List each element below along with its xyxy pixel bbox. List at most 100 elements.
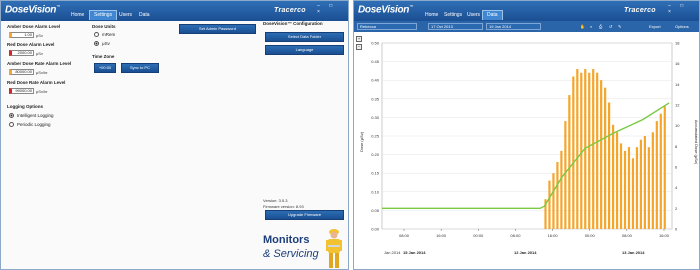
app-logo: DoseVision™ — [358, 4, 413, 16]
mrem-label: mRem — [102, 32, 116, 37]
y-tick-label: 0.30 — [371, 115, 380, 120]
y2-tick-label: 14 — [675, 82, 680, 87]
monitors-banner-line2: & Servicing — [263, 248, 319, 260]
date-label-1: 15 Jan 2014 — [403, 250, 426, 255]
red-rate-unit: μSv/hr — [36, 89, 48, 94]
dose-bar — [631, 158, 635, 229]
dose-bar — [623, 150, 627, 229]
tab-data[interactable]: Data — [135, 10, 154, 20]
chart-area: + − 0.00 0.05 0.10 0.15 0.20 0.25 0.30 0.35 0.40… — [354, 32, 699, 269]
y-axis-label: Dose (μSv) — [359, 131, 364, 152]
window-controls[interactable]: – □ × — [317, 3, 348, 15]
start-date-field[interactable]: 17 Oct 2013 — [428, 23, 483, 30]
periodic-logging-radio[interactable] — [9, 122, 14, 127]
configuration-title: DoseVision™ Configuration — [263, 21, 323, 26]
x-tick-label: 16:00 — [659, 233, 670, 238]
red-alarm-input[interactable]: 2000.00 — [9, 50, 34, 56]
periodic-logging-label: Periodic Logging — [17, 122, 51, 127]
dose-bar — [627, 147, 631, 229]
dose-bar — [635, 147, 639, 229]
amber-rate-unit: μSv/hr — [36, 70, 48, 75]
usv-radio[interactable] — [94, 41, 99, 46]
y-tick-label: 0.00 — [371, 227, 380, 232]
settings-panel: Amber Dose Alarm Level 1.00 μSv Red Dose… — [1, 21, 348, 269]
amber-rate-label: Amber Dose Rate Alarm Level — [7, 61, 72, 66]
x-tick-label: 16:00 — [548, 233, 559, 238]
monitors-banner-line1: Monitors — [263, 234, 310, 246]
dose-bar — [596, 72, 599, 229]
dose-bar — [564, 121, 567, 229]
version-text: Version: 3.5.3 — [263, 198, 288, 203]
dose-bar — [647, 147, 650, 229]
dose-bar — [552, 173, 555, 229]
y-tick-label: 0.50 — [371, 41, 380, 46]
y2-tick-label: 0 — [675, 227, 678, 232]
y2-tick-label: 18 — [675, 41, 680, 46]
print-icon[interactable]: ⎙ — [599, 23, 602, 30]
sync-to-pc-button[interactable]: Sync to PC — [121, 63, 159, 73]
end-date-field[interactable]: 19 Jan 2014 — [486, 23, 541, 30]
dose-bar — [608, 102, 611, 229]
y2-tick-label: 4 — [675, 185, 678, 190]
time-zone-button[interactable]: +00:00 — [94, 63, 116, 73]
tab-home[interactable]: Home — [67, 10, 88, 20]
red-rate-label: Red Dose Rate Alarm Level — [7, 80, 66, 85]
y-tick-label: 0.40 — [371, 78, 380, 83]
amber-alarm-label: Amber Dose Alarm Level — [7, 24, 61, 29]
intelligent-logging-radio[interactable] — [9, 113, 14, 118]
date-label-2: 12 Jan 2014 — [514, 250, 537, 255]
tab-users[interactable]: Users — [115, 10, 136, 20]
person-select[interactable]: Rebecca — [357, 23, 417, 30]
logging-options-title: Logging Options — [7, 104, 43, 109]
data-toolbar: Rebecca 17 Oct 2013 19 Jan 2014 ✋ ⌕ ⎙ ↺ … — [354, 21, 699, 32]
x-tick-label: 08:00 — [622, 233, 633, 238]
dose-bar — [611, 124, 615, 229]
intelligent-logging-label: Intelligent Logging — [17, 113, 54, 118]
red-alarm-label: Red Dose Alarm Level — [7, 42, 55, 47]
options-button[interactable]: Options — [675, 23, 689, 30]
worker-icon — [326, 229, 342, 268]
dose-chart: 0.00 0.05 0.10 0.15 0.20 0.25 0.30 0.35 0.40 0.45… — [359, 41, 699, 256]
x-tick-label: 00:00 — [585, 233, 596, 238]
firmware-text: Firmware version: 8.93 — [263, 204, 304, 209]
time-zone-title: Time Zone — [92, 54, 115, 59]
x-tick-label: 08:00 — [510, 233, 521, 238]
x-axis-ticks: 08:00 16:00 00:00 08:00 16:00 00:00 08:00 16:00 — [399, 229, 670, 238]
tab-data[interactable]: Data — [482, 10, 503, 20]
amber-rate-input[interactable]: 80000.00 — [9, 69, 34, 75]
y2-axis-ticks: 0 2 4 6 8 10 12 14 16 18 — [675, 41, 680, 232]
x-tick-label: 00:00 — [473, 233, 484, 238]
y-tick-label: 0.25 — [371, 134, 380, 139]
upgrade-firmware-button[interactable]: Upgrade Firmware — [265, 210, 344, 220]
y2-tick-label: 10 — [675, 123, 680, 128]
red-rate-input[interactable]: 99000.00 — [9, 88, 34, 94]
pen-icon[interactable]: ✎ — [618, 23, 621, 30]
undo-icon[interactable]: ↺ — [609, 23, 612, 30]
y2-tick-label: 16 — [675, 61, 680, 66]
select-data-folder-button[interactable]: Select Data Folder — [265, 32, 344, 42]
tab-settings[interactable]: Settings — [89, 10, 118, 20]
y2-tick-label: 6 — [675, 165, 678, 170]
data-window: DoseVision™ Home Settings Users Data Tra… — [353, 0, 700, 270]
dose-bar — [580, 72, 583, 229]
zoom-icon[interactable]: ⌕ — [590, 23, 592, 30]
hand-icon[interactable]: ✋ — [580, 23, 585, 30]
window-controls[interactable]: – □ × — [668, 3, 699, 15]
dose-bar — [655, 121, 658, 229]
language-button[interactable]: Language — [265, 45, 344, 55]
set-admin-password-button[interactable]: Set Admin Password — [179, 24, 256, 34]
brand-logo: Tracerco — [624, 7, 656, 14]
y-tick-label: 0.35 — [371, 96, 380, 101]
tab-users[interactable]: Users — [463, 10, 484, 20]
dose-bar — [651, 132, 654, 229]
y-tick-label: 0.15 — [371, 171, 380, 176]
amber-alarm-unit: μSv — [36, 33, 43, 38]
dose-bar — [576, 69, 579, 229]
partial-date-label: Jan 2014 — [384, 250, 401, 255]
amber-alarm-input[interactable]: 1.00 — [9, 32, 34, 38]
mrem-radio[interactable] — [94, 32, 99, 37]
y2-tick-label: 2 — [675, 206, 678, 211]
export-button[interactable]: Export — [649, 23, 661, 30]
dose-bar — [588, 72, 591, 229]
dose-bar — [548, 180, 551, 229]
